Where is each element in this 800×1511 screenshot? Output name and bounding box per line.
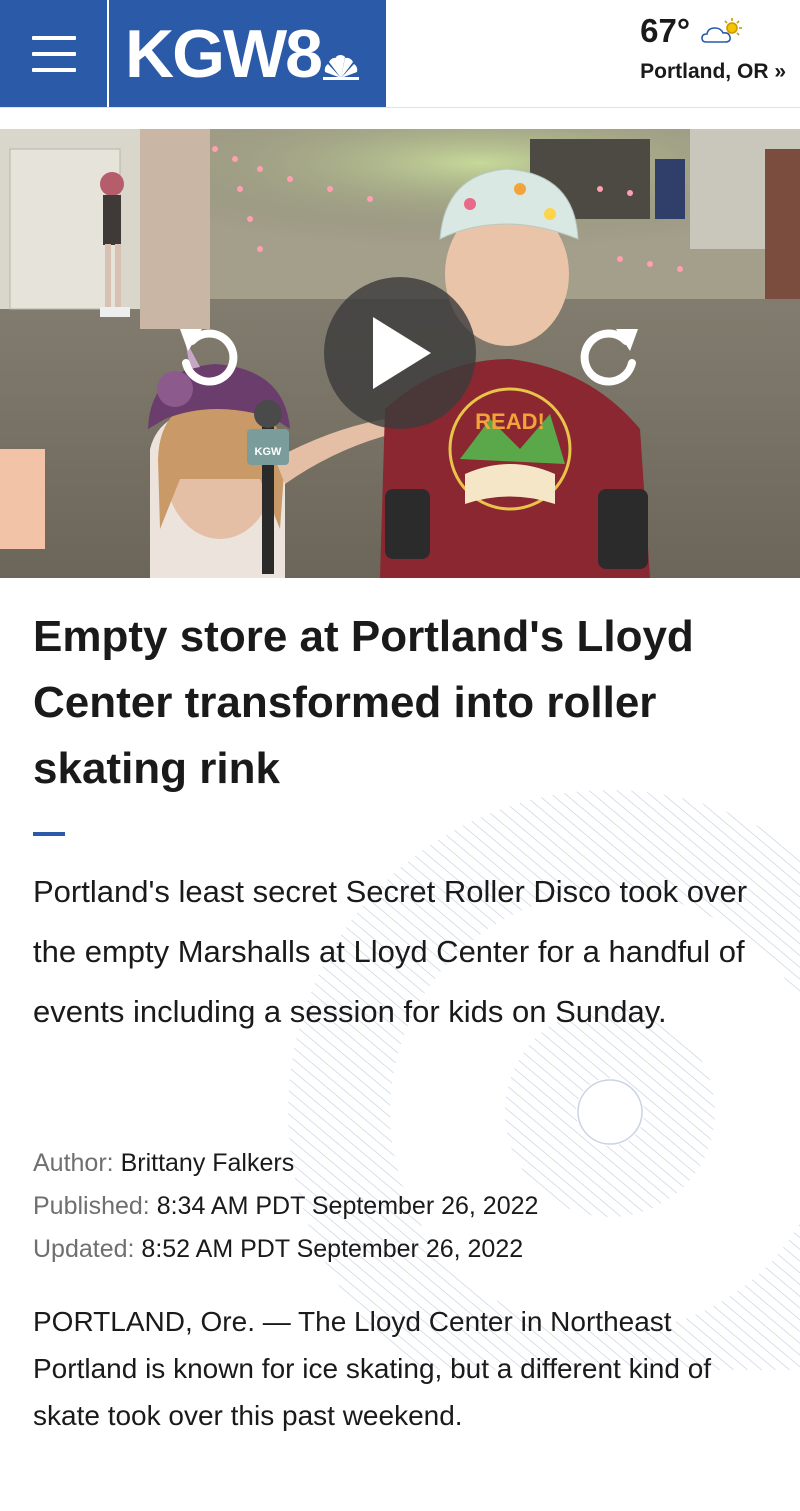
svg-text:READ!: READ! <box>475 409 545 434</box>
published-date: 8:34 AM PDT September 26, 2022 <box>156 1192 539 1220</box>
play-button[interactable] <box>324 277 476 429</box>
article-meta: Author: Brittany Falkers Published: 8:34… <box>33 1142 773 1271</box>
accent-rule <box>33 832 65 836</box>
updated-date: 8:52 AM PDT September 26, 2022 <box>141 1235 524 1263</box>
location-link[interactable]: Portland, OR » <box>640 60 786 84</box>
hamburger-icon <box>31 35 76 72</box>
article-summary: Portland's least secret Secret Roller Di… <box>33 874 748 1029</box>
updated-label: Updated: <box>33 1235 135 1263</box>
author-name[interactable]: Brittany Falkers <box>121 1149 295 1177</box>
author-label: Author: <box>33 1149 114 1177</box>
weather-widget[interactable]: 67° Portland, OR » <box>640 12 786 84</box>
partly-sunny-icon <box>701 18 743 43</box>
logo-text: KGW8 <box>125 15 323 92</box>
peacock-icon <box>323 54 359 80</box>
site-logo[interactable]: KGW8 <box>109 0 386 107</box>
article-headline: Empty store at Portland's Lloyd Center t… <box>33 612 694 793</box>
menu-button[interactable] <box>0 0 107 107</box>
play-icon <box>373 317 431 389</box>
published-label: Published: <box>33 1192 150 1220</box>
svg-text:KGW: KGW <box>255 446 283 458</box>
published-line: Published: 8:34 AM PDT September 26, 202… <box>33 1185 773 1228</box>
author-line: Author: Brittany Falkers <box>33 1142 773 1185</box>
rewind-icon[interactable] <box>172 319 246 393</box>
forward-icon[interactable] <box>572 319 646 393</box>
updated-line: Updated: 8:52 AM PDT September 26, 2022 <box>33 1228 773 1271</box>
video-player[interactable]: KGW READ! <box>0 129 800 578</box>
temperature: 67° <box>640 12 691 49</box>
site-header: KGW8 67° Portland, OR » <box>0 0 800 108</box>
article-body: PORTLAND, Ore. — The Lloyd Center in Nor… <box>33 1306 712 1431</box>
